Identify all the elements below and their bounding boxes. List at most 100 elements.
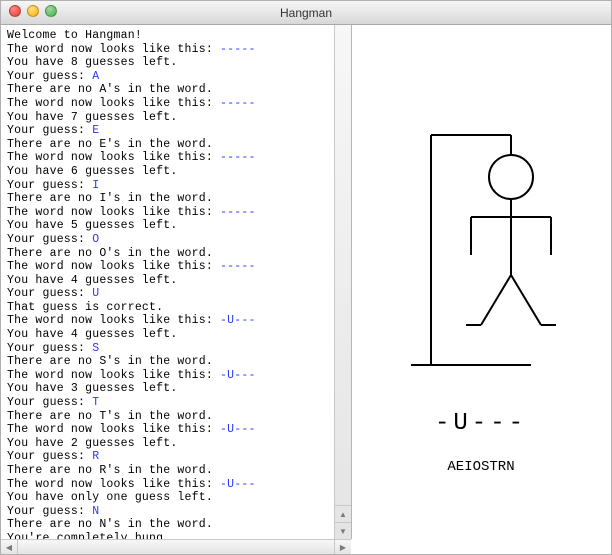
- console-line: Welcome to Hangman!: [7, 29, 331, 43]
- console-segment: There are no E's in the word.: [7, 138, 213, 151]
- console-segment: T: [92, 396, 99, 409]
- console-line: There are no A's in the word.: [7, 83, 331, 97]
- console-segment: Your guess:: [7, 450, 92, 463]
- console-segment: -----: [220, 43, 256, 56]
- console-segment: -----: [220, 260, 256, 273]
- console-line: You have only one guess left.: [7, 491, 331, 505]
- titlebar: Hangman: [1, 1, 611, 25]
- console-line: The word now looks like this: -----: [7, 97, 331, 111]
- console-segment: There are no T's in the word.: [7, 410, 213, 423]
- console-segment: You have 8 guesses left.: [7, 56, 177, 69]
- console-line: There are no T's in the word.: [7, 410, 331, 424]
- console-line: There are no N's in the word.: [7, 518, 331, 532]
- wrong-letters: AEIOSTRN: [447, 459, 514, 475]
- word-display: -U---: [435, 410, 527, 437]
- console-line: The word now looks like this: -U---: [7, 478, 331, 492]
- console-segment: Your guess:: [7, 287, 92, 300]
- scroll-up-icon[interactable]: ▲: [335, 505, 351, 522]
- console-segment: Your guess:: [7, 179, 92, 192]
- close-icon[interactable]: [9, 5, 21, 17]
- console-line: You have 5 guesses left.: [7, 219, 331, 233]
- console-segment: S: [92, 342, 99, 355]
- console-segment: -----: [220, 97, 256, 110]
- console-output: Welcome to Hangman!The word now looks li…: [1, 25, 334, 539]
- console-segment: Your guess:: [7, 70, 92, 83]
- console-line: You have 3 guesses left.: [7, 382, 331, 396]
- console-line: Your guess: O: [7, 233, 331, 247]
- console-segment: You have 4 guesses left.: [7, 274, 177, 287]
- window-title: Hangman: [1, 6, 611, 20]
- console-line: You have 8 guesses left.: [7, 56, 331, 70]
- console-line: You have 4 guesses left.: [7, 328, 331, 342]
- horizontal-scrollbar[interactable]: ◀ ▶: [1, 539, 351, 554]
- console-line: Your guess: I: [7, 179, 331, 193]
- console-segment: You have 6 guesses left.: [7, 165, 177, 178]
- console-line: That guess is correct.: [7, 301, 331, 315]
- app-window: Hangman Welcome to Hangman!The word now …: [0, 0, 612, 555]
- console-segment: O: [92, 233, 99, 246]
- console-line: Your guess: E: [7, 124, 331, 138]
- console-segment: E: [92, 124, 99, 137]
- console-segment: You have only one guess left.: [7, 491, 213, 504]
- console-segment: You're completely hung.: [7, 532, 170, 539]
- console-segment: Your guess:: [7, 505, 92, 518]
- console-line: You have 2 guesses left.: [7, 437, 331, 451]
- console-wrap: Welcome to Hangman!The word now looks li…: [1, 25, 352, 539]
- console-segment: The word now looks like this:: [7, 423, 220, 436]
- content-area: Welcome to Hangman!The word now looks li…: [1, 25, 611, 554]
- console-line: Your guess: A: [7, 70, 331, 84]
- console-segment: N: [92, 505, 99, 518]
- console-segment: The word now looks like this:: [7, 314, 220, 327]
- window-controls: [9, 5, 57, 17]
- console-segment: You have 2 guesses left.: [7, 437, 177, 450]
- console-segment: R: [92, 450, 99, 463]
- scroll-track[interactable]: [335, 25, 351, 505]
- console-segment: -U---: [220, 478, 256, 491]
- console-segment: -----: [220, 151, 256, 164]
- console-segment: There are no I's in the word.: [7, 192, 213, 205]
- console-segment: -U---: [220, 423, 256, 436]
- console-segment: The word now looks like this:: [7, 206, 220, 219]
- console-line: There are no E's in the word.: [7, 138, 331, 152]
- console-line: The word now looks like this: -----: [7, 206, 331, 220]
- console-segment: There are no O's in the word.: [7, 247, 213, 260]
- gallows-drawing: [391, 125, 571, 375]
- console-segment: I: [92, 179, 99, 192]
- game-pane: -U--- AEIOSTRN: [351, 25, 611, 554]
- console-segment: You have 7 guesses left.: [7, 111, 177, 124]
- console-segment: There are no S's in the word.: [7, 355, 213, 368]
- console-segment: You have 4 guesses left.: [7, 328, 177, 341]
- zoom-icon[interactable]: [45, 5, 57, 17]
- console-segment: The word now looks like this:: [7, 151, 220, 164]
- console-segment: Your guess:: [7, 233, 92, 246]
- minimize-icon[interactable]: [27, 5, 39, 17]
- console-line: The word now looks like this: -----: [7, 260, 331, 274]
- hangman-icon: [391, 125, 571, 375]
- vertical-scrollbar[interactable]: ▲ ▼: [334, 25, 351, 539]
- console-line: Your guess: T: [7, 396, 331, 410]
- console-segment: The word now looks like this:: [7, 97, 220, 110]
- console-line: Your guess: N: [7, 505, 331, 519]
- console-line: You're completely hung.: [7, 532, 331, 539]
- console-line: There are no S's in the word.: [7, 355, 331, 369]
- console-segment: Welcome to Hangman!: [7, 29, 142, 42]
- console-segment: The word now looks like this:: [7, 260, 220, 273]
- console-line: You have 4 guesses left.: [7, 274, 331, 288]
- console-line: Your guess: R: [7, 450, 331, 464]
- console-line: You have 7 guesses left.: [7, 111, 331, 125]
- console-segment: There are no N's in the word.: [7, 518, 213, 531]
- console-column: Welcome to Hangman!The word now looks li…: [1, 25, 351, 554]
- console-line: The word now looks like this: -U---: [7, 423, 331, 437]
- scroll-down-icon[interactable]: ▼: [335, 522, 351, 539]
- scroll-right-icon[interactable]: ▶: [334, 540, 351, 554]
- console-line: You have 6 guesses left.: [7, 165, 331, 179]
- console-segment: -U---: [220, 314, 256, 327]
- console-segment: The word now looks like this:: [7, 43, 220, 56]
- console-segment: The word now looks like this:: [7, 478, 220, 491]
- console-line: There are no I's in the word.: [7, 192, 331, 206]
- console-segment: Your guess:: [7, 396, 92, 409]
- console-line: There are no O's in the word.: [7, 247, 331, 261]
- console-line: Your guess: U: [7, 287, 331, 301]
- console-line: The word now looks like this: -U---: [7, 314, 331, 328]
- scroll-left-icon[interactable]: ◀: [1, 540, 18, 554]
